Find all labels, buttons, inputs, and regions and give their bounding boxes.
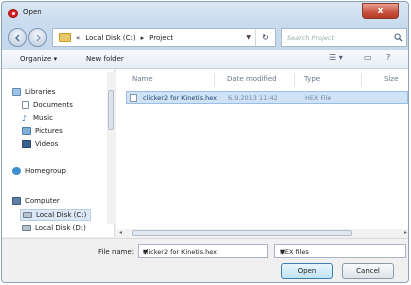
documents-icon [22,101,29,109]
file-type-dropdown-icon[interactable]: ▼ [280,248,403,256]
window-title: Open [23,8,42,16]
preview-pane-icon[interactable]: ▭ [364,53,372,66]
music-icon: ♪ [22,114,28,123]
open-dialog: Open x « Local Disk (C:) ▸ Project ▼ ↻ S… [1,1,409,283]
file-name-label: File name: [98,248,135,256]
file-type-select[interactable]: HEX files ▼ [274,244,406,258]
column-size[interactable]: Size [384,75,398,83]
column-divider[interactable] [214,73,215,87]
sidebar-item-local-disk-d[interactable]: Local Disk (D:) [22,224,86,232]
column-name[interactable]: Name [132,75,153,83]
homegroup-icon [12,167,21,175]
scroll-left-icon[interactable]: ◂ [119,229,122,236]
breadcrumb-overflow[interactable]: « [76,34,80,42]
file-list: Name Date modified Type Size clicker2 fo… [116,69,408,229]
navigation-bar: « Local Disk (C:) ▸ Project ▼ ↻ Search P… [2,27,408,47]
breadcrumb-project[interactable]: Project [149,34,173,42]
drive-icon [23,212,32,218]
hex-file-icon [130,94,137,102]
sidebar-item-label: Local Disk (C:) [36,211,87,219]
sidebar-item-label: Documents [33,101,73,109]
back-arrow-icon [15,34,20,42]
videos-icon [22,140,31,148]
column-type[interactable]: Type [304,75,320,83]
help-icon[interactable]: ? [386,53,390,66]
new-folder-button[interactable]: New folder [86,55,124,63]
sidebar-item-pictures[interactable]: Pictures [22,127,63,135]
breadcrumb-separator-icon[interactable]: ▸ [141,34,145,42]
scroll-right-icon[interactable]: ▸ [404,229,407,236]
title-bar: Open x [2,2,408,24]
search-icon[interactable] [394,33,403,42]
scrollbar-thumb[interactable] [108,90,114,130]
sidebar-item-music[interactable]: ♪ Music [22,114,53,123]
file-selection-panel: File name: clicker2 for Kinetis.hex ▼ HE… [2,238,408,282]
sidebar-item-computer[interactable]: Computer [12,197,60,205]
search-input[interactable]: Search Project [287,34,334,42]
forward-arrow-icon [36,34,41,42]
column-date-modified[interactable]: Date modified [227,75,277,83]
sidebar-item-label: Computer [25,197,60,205]
refresh-icon[interactable]: ↻ [255,29,275,46]
pictures-icon [22,127,31,135]
scrollbar-thumb[interactable] [132,230,352,236]
column-divider[interactable] [294,73,295,87]
sidebar-item-label: Local Disk (D:) [35,224,86,232]
back-button[interactable] [8,28,27,47]
open-button[interactable]: Open [281,263,333,279]
horizontal-scrollbar[interactable]: ◂ ▸ [116,229,408,237]
file-name-field[interactable]: clicker2 for Kinetis.hex ▼ [138,244,268,258]
sidebar-item-videos[interactable]: Videos [22,140,58,148]
sidebar-item-label: Homegroup [25,167,67,175]
forward-button[interactable] [28,28,47,47]
file-type: HEX File [305,94,332,102]
navigation-pane: Libraries Documents ♪ Music Pictures Vid… [2,69,115,237]
sidebar-item-label: Music [33,114,53,122]
drive-icon [22,225,31,231]
view-options-icon[interactable]: ☰ ▾ [329,53,343,66]
navigation-scrollbar[interactable] [107,72,115,224]
search-box[interactable]: Search Project [281,28,407,47]
sidebar-item-label: Libraries [25,88,56,96]
sidebar-item-local-disk-c[interactable]: Local Disk (C:) [20,209,92,221]
sidebar-item-label: Pictures [35,127,63,135]
file-row[interactable]: clicker2 for Kinetis.hex 6.9.2013 11:42 … [126,91,408,104]
computer-icon [12,197,21,205]
sidebar-item-libraries[interactable]: Libraries [12,88,55,96]
sidebar-item-documents[interactable]: Documents [22,101,73,109]
file-name-dropdown-icon[interactable]: ▼ [143,248,265,256]
cancel-button[interactable]: Cancel [342,263,394,279]
folder-icon [59,33,71,42]
app-icon [8,9,18,18]
sidebar-item-homegroup[interactable]: Homegroup [12,167,66,175]
organize-menu[interactable]: Organize ▾ [20,55,57,63]
sidebar-item-label: Videos [35,140,59,148]
address-bar[interactable]: « Local Disk (C:) ▸ Project ▼ ↻ [52,28,276,47]
command-bar: Organize ▾ New folder ☰ ▾ ▭ ? [2,50,408,69]
address-dropdown-icon[interactable]: ▼ [246,34,251,41]
file-name: clicker2 for Kinetis.hex [143,94,218,102]
libraries-icon [12,88,21,96]
column-divider[interactable] [361,73,362,87]
file-date: 6.9.2013 11:42 [228,94,278,102]
breadcrumb-local-disk[interactable]: Local Disk (C:) [85,34,135,42]
close-button[interactable]: x [362,3,399,19]
